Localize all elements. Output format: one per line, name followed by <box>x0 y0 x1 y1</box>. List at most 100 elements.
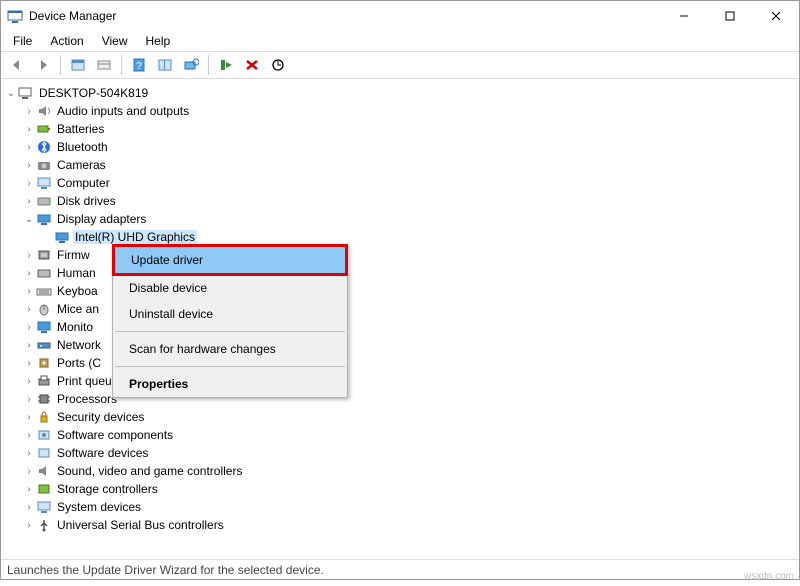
ctx-scan-hardware[interactable]: Scan for hardware changes <box>113 336 347 362</box>
tree-item-system[interactable]: › System devices <box>1 498 799 516</box>
uninstall-device-button[interactable] <box>240 54 264 76</box>
svg-text:?: ? <box>136 61 142 72</box>
scan-hardware-button[interactable] <box>179 54 203 76</box>
menu-help[interactable]: Help <box>138 32 179 50</box>
sound-icon <box>35 463 53 479</box>
tree-label-selected: Intel(R) UHD Graphics <box>73 230 197 244</box>
tree-item-storage[interactable]: › Storage controllers <box>1 480 799 498</box>
expand-icon[interactable]: › <box>23 304 35 315</box>
tree-item-audio[interactable]: › Audio inputs and outputs <box>1 102 799 120</box>
mouse-icon <box>35 301 53 317</box>
expand-icon[interactable]: › <box>23 340 35 351</box>
forward-button[interactable] <box>31 54 55 76</box>
processor-icon <box>35 391 53 407</box>
menu-file[interactable]: File <box>5 32 40 50</box>
expand-icon[interactable]: › <box>23 430 35 441</box>
statusbar-text: Launches the Update Driver Wizard for th… <box>7 563 324 577</box>
minimize-button[interactable] <box>661 1 707 31</box>
maximize-button[interactable] <box>707 1 753 31</box>
update-driver-button[interactable] <box>266 54 290 76</box>
firmware-icon <box>35 247 53 263</box>
tree-item-sound[interactable]: › Sound, video and game controllers <box>1 462 799 480</box>
window-title: Device Manager <box>29 9 116 23</box>
display-adapter-icon <box>35 211 53 227</box>
tree-label: Software components <box>55 428 175 442</box>
tree-item-computer[interactable]: › Computer <box>1 174 799 192</box>
tree-label: Security devices <box>55 410 146 424</box>
system-icon <box>35 499 53 515</box>
expand-icon[interactable]: › <box>23 394 35 405</box>
expand-icon[interactable]: › <box>23 142 35 153</box>
back-button[interactable] <box>5 54 29 76</box>
statusbar: Launches the Update Driver Wizard for th… <box>1 559 799 579</box>
expand-icon[interactable]: › <box>23 484 35 495</box>
tree-label: Monito <box>55 320 95 334</box>
toolbar-separator <box>121 55 122 75</box>
help-button[interactable]: ? <box>127 54 151 76</box>
tree-item-software-devices[interactable]: › Software devices <box>1 444 799 462</box>
enable-device-button[interactable] <box>214 54 238 76</box>
watermark: wsxdn.com <box>744 571 794 582</box>
expand-icon[interactable]: › <box>23 124 35 135</box>
expand-icon[interactable]: › <box>23 376 35 387</box>
expand-icon[interactable]: › <box>23 196 35 207</box>
network-icon <box>35 337 53 353</box>
computer-icon <box>35 175 53 191</box>
expand-icon[interactable]: › <box>23 322 35 333</box>
tree-label: Computer <box>55 176 112 190</box>
tree-label: Audio inputs and outputs <box>55 104 191 118</box>
tree-label: Cameras <box>55 158 108 172</box>
tree-label: Batteries <box>55 122 106 136</box>
expand-icon[interactable]: › <box>23 250 35 261</box>
expand-icon[interactable]: › <box>23 466 35 477</box>
tree-item-cameras[interactable]: › Cameras <box>1 156 799 174</box>
expand-icon[interactable]: › <box>23 412 35 423</box>
tree-item-disk-drives[interactable]: › Disk drives <box>1 192 799 210</box>
close-button[interactable] <box>753 1 799 31</box>
expand-icon[interactable]: › <box>23 520 35 531</box>
ctx-update-driver[interactable]: Update driver <box>115 247 345 273</box>
tree-root[interactable]: ⌄ DESKTOP-504K819 <box>1 84 799 102</box>
collapse-icon[interactable]: ⌄ <box>5 88 17 99</box>
tree-item-security[interactable]: › Security devices <box>1 408 799 426</box>
tree-label: Firmw <box>55 248 92 262</box>
menu-action[interactable]: Action <box>42 32 91 50</box>
ctx-disable-device[interactable]: Disable device <box>113 275 347 301</box>
tree-label: Storage controllers <box>55 482 160 496</box>
toolbar-icon-4[interactable] <box>153 54 177 76</box>
context-menu: Update driver Disable device Uninstall d… <box>112 244 348 398</box>
expand-icon[interactable]: › <box>23 358 35 369</box>
show-hidden-button[interactable] <box>66 54 90 76</box>
toolbar-separator <box>208 55 209 75</box>
audio-icon <box>35 103 53 119</box>
software-icon <box>35 427 53 443</box>
ctx-separator <box>115 366 345 367</box>
expand-icon[interactable]: › <box>23 286 35 297</box>
tree-item-bluetooth[interactable]: › Bluetooth <box>1 138 799 156</box>
menu-view[interactable]: View <box>94 32 136 50</box>
expand-icon[interactable]: › <box>23 178 35 189</box>
computer-icon <box>17 85 35 101</box>
ctx-properties[interactable]: Properties <box>113 371 347 397</box>
tree-item-software-components[interactable]: › Software components <box>1 426 799 444</box>
expand-icon[interactable]: › <box>23 106 35 117</box>
expand-icon[interactable]: › <box>23 502 35 513</box>
collapse-icon[interactable]: ⌄ <box>23 214 35 225</box>
toolbar-separator <box>60 55 61 75</box>
expand-icon[interactable]: › <box>23 268 35 279</box>
tree-label: Universal Serial Bus controllers <box>55 518 226 532</box>
expand-icon[interactable]: › <box>23 448 35 459</box>
toolbar-icon-2[interactable] <box>92 54 116 76</box>
ctx-separator <box>115 331 345 332</box>
keyboard-icon <box>35 283 53 299</box>
expand-icon[interactable]: › <box>23 160 35 171</box>
bluetooth-icon <box>35 139 53 155</box>
tree-label: Bluetooth <box>55 140 110 154</box>
tree-item-batteries[interactable]: › Batteries <box>1 120 799 138</box>
ctx-uninstall-device[interactable]: Uninstall device <box>113 301 347 327</box>
tree-label: System devices <box>55 500 143 514</box>
software-devices-icon <box>35 445 53 461</box>
tree-item-display-adapters[interactable]: ⌄ Display adapters <box>1 210 799 228</box>
display-adapter-icon <box>53 229 71 245</box>
tree-item-usb[interactable]: › Universal Serial Bus controllers <box>1 516 799 534</box>
